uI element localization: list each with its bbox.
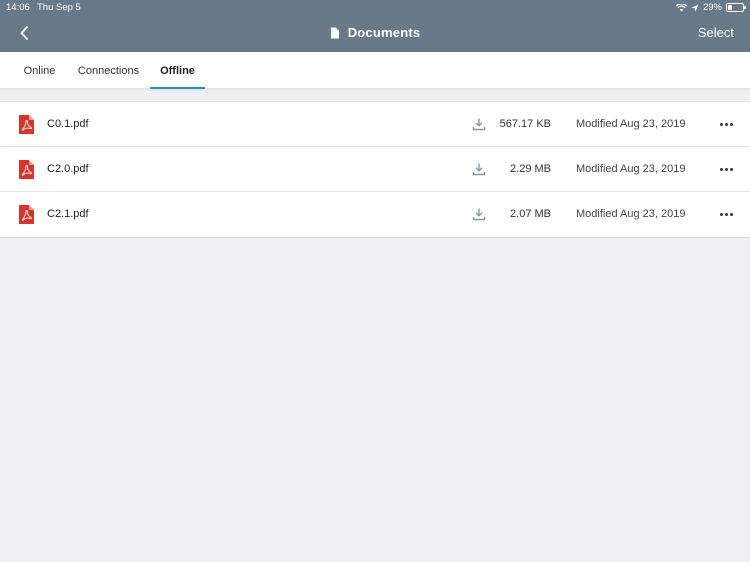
file-modified-date: Modified Aug 23, 2019 — [576, 208, 686, 220]
file-name: C2.1.pdf — [47, 208, 89, 220]
download-icon[interactable] — [472, 117, 486, 131]
list-item[interactable]: C2.0.pdf 2.29 MB Modified Aug 23, 2019 — [0, 147, 750, 192]
battery-icon — [726, 3, 746, 12]
more-options-icon[interactable] — [716, 162, 736, 176]
battery-percent: 29% — [702, 2, 722, 13]
location-arrow-icon — [691, 4, 699, 12]
more-options-icon[interactable] — [716, 117, 736, 131]
file-name: C2.0.pdf — [47, 163, 89, 175]
download-icon[interactable] — [472, 162, 486, 176]
file-modified-date: Modified Aug 23, 2019 — [576, 163, 686, 175]
pdf-file-icon — [19, 160, 34, 179]
page-title: Documents — [0, 25, 750, 40]
file-list: C0.1.pdf 567.17 KB Modified Aug 23, 2019… — [0, 101, 750, 238]
download-icon[interactable] — [472, 207, 486, 221]
file-name: C0.1.pdf — [47, 118, 89, 130]
tab-connections[interactable]: Connections — [72, 52, 145, 89]
wifi-icon — [675, 3, 687, 12]
more-options-icon[interactable] — [716, 207, 736, 221]
document-icon — [330, 27, 339, 38]
list-item[interactable]: C0.1.pdf 567.17 KB Modified Aug 23, 2019 — [0, 102, 750, 147]
file-modified-date: Modified Aug 23, 2019 — [576, 118, 686, 130]
tab-bar: Online Connections Offline — [0, 52, 750, 89]
page-title-text: Documents — [347, 25, 421, 40]
battery-level-fill — [728, 5, 733, 10]
list-item[interactable]: C2.1.pdf 2.07 MB Modified Aug 23, 2019 — [0, 192, 750, 237]
tab-offline[interactable]: Offline — [150, 52, 205, 89]
pdf-file-icon — [19, 115, 34, 134]
file-size: 2.07 MB — [510, 208, 551, 220]
status-bar: 14:06 Thu Sep 5 29% — [0, 0, 750, 16]
status-time: 14:06 — [6, 2, 30, 13]
select-button[interactable]: Select — [698, 25, 734, 40]
status-indicators: 29% — [675, 2, 746, 13]
nav-bar: Documents Select — [0, 16, 750, 52]
app-header: 14:06 Thu Sep 5 29% Documents Select — [0, 0, 750, 52]
file-size: 2.29 MB — [510, 163, 551, 175]
status-date: Thu Sep 5 — [37, 2, 81, 13]
tab-online[interactable]: Online — [14, 52, 65, 89]
file-size: 567.17 KB — [499, 118, 551, 130]
pdf-file-icon — [19, 205, 34, 224]
